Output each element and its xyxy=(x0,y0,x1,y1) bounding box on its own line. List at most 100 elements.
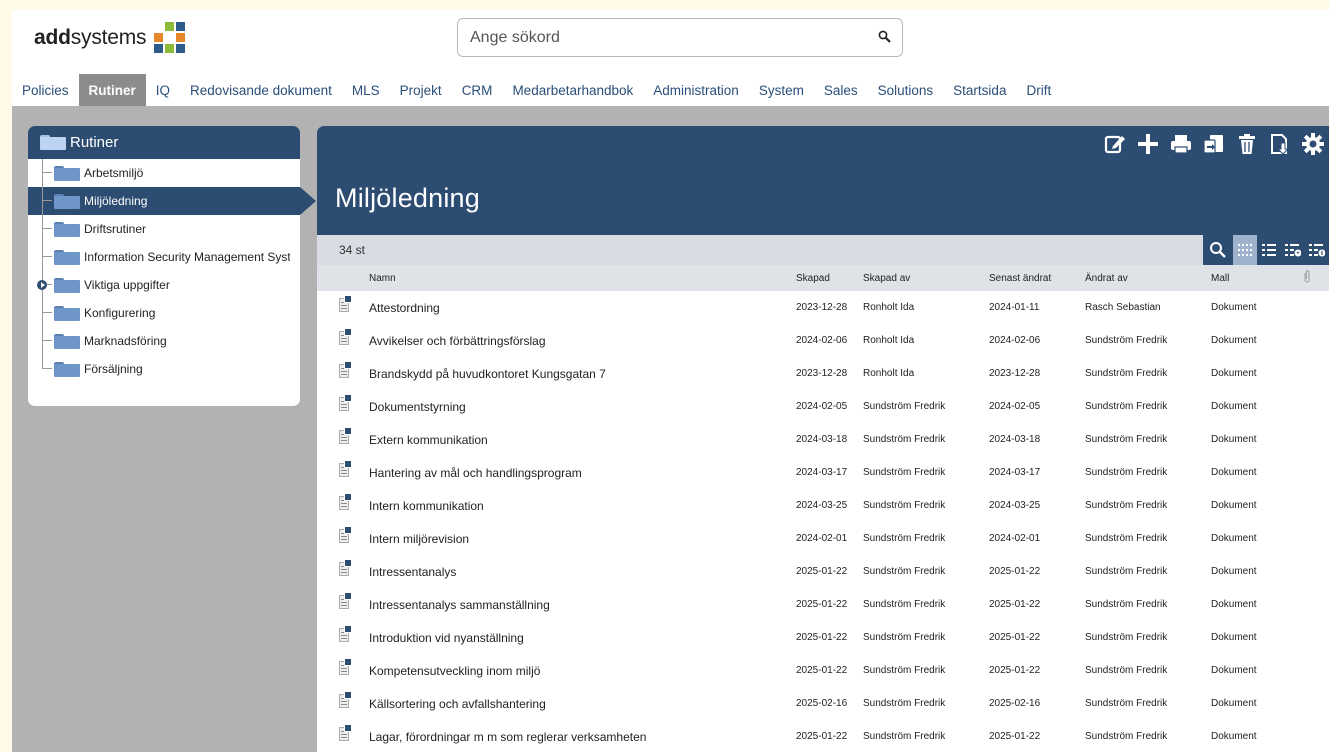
tree-connector xyxy=(42,327,43,355)
cell-name[interactable]: Intern kommunikation xyxy=(369,489,796,522)
cell-template: Dokument xyxy=(1211,599,1257,610)
col-created-by-header[interactable]: Skapad av xyxy=(863,265,989,291)
table-row[interactable]: Intressentanalys sammanställning 2025-01-… xyxy=(317,588,1329,621)
nav-tab-startsida[interactable]: Startsida xyxy=(943,74,1016,106)
search-icon[interactable] xyxy=(878,30,892,44)
add-icon[interactable] xyxy=(1131,126,1164,162)
cell-attachment xyxy=(1281,423,1329,456)
filter-list-icon[interactable] xyxy=(1281,235,1305,265)
cell-name[interactable]: Intressentanalys xyxy=(369,555,796,588)
table-row[interactable]: Hantering av mål och handlingsprogram 202… xyxy=(317,456,1329,489)
settings-icon[interactable] xyxy=(1296,126,1329,162)
col-created-header[interactable]: Skapad xyxy=(796,265,863,291)
nav-tab-iq[interactable]: IQ xyxy=(146,74,180,106)
folder-icon xyxy=(54,193,80,209)
tree-connector xyxy=(43,312,52,313)
edit-icon[interactable] xyxy=(1098,126,1131,162)
brand-name: addsystems xyxy=(34,26,147,49)
cell-name[interactable]: Lagar, förordningar m m som reglerar ver… xyxy=(369,720,796,752)
row-icon-cell xyxy=(317,489,369,522)
col-modified-by-header[interactable]: Ändrat av xyxy=(1085,265,1211,291)
search-input[interactable] xyxy=(470,27,850,49)
table-row[interactable]: Kompetensutveckling inom miljö 2025-01-22… xyxy=(317,654,1329,687)
document-icon xyxy=(339,361,352,378)
tree-item-label: Miljöledning xyxy=(84,194,148,208)
cell-name[interactable]: Intern miljörevision xyxy=(369,522,796,555)
col-template-header[interactable]: Mall xyxy=(1211,265,1281,291)
tree-connector xyxy=(43,340,52,341)
table-row[interactable]: Intern kommunikation 2024-03-25 Sundström … xyxy=(317,489,1329,522)
nav-tab-system[interactable]: System xyxy=(749,74,814,106)
table-row[interactable]: Avvikelser och förbättringsförslag 2024-0… xyxy=(317,324,1329,357)
cell-name[interactable]: Dokumentstyrning xyxy=(369,390,796,423)
attachment-icon xyxy=(1304,270,1310,283)
info-list-icon[interactable] xyxy=(1305,235,1329,265)
cell-name[interactable]: Intressentanalys sammanställning xyxy=(369,588,796,621)
cell-created-by: Sundström Fredrik xyxy=(863,467,946,478)
nav-tab-projekt[interactable]: Projekt xyxy=(390,74,452,106)
table-row[interactable]: Intressentanalys 2025-01-22 Sundström Fred… xyxy=(317,555,1329,588)
row-icon-cell xyxy=(317,456,369,489)
table-row[interactable]: Introduktion vid nyanställning 2025-01-22… xyxy=(317,621,1329,654)
table-row[interactable]: Intern miljörevision 2024-02-01 Sundström … xyxy=(317,522,1329,555)
cell-name[interactable]: Hantering av mål och handlingsprogram xyxy=(369,456,796,489)
nav-tab-solutions[interactable]: Solutions xyxy=(868,74,944,106)
nav-tab-drift[interactable]: Drift xyxy=(1016,74,1061,106)
export-icon[interactable] xyxy=(1263,126,1296,162)
print-icon[interactable] xyxy=(1164,126,1197,162)
cell-name[interactable]: Avvikelser och förbättringsförslag xyxy=(369,324,796,357)
cell-name[interactable]: Extern kommunikation xyxy=(369,423,796,456)
col-name-header[interactable]: Namn xyxy=(369,265,796,291)
brand-logo[interactable]: addsystems xyxy=(34,18,186,58)
cell-created: 2024-02-05 xyxy=(796,401,848,412)
nav-tab-rutiner[interactable]: Rutiner xyxy=(78,74,146,106)
tree-root[interactable]: Rutiner xyxy=(28,126,300,159)
tree-item[interactable]: Driftsrutiner xyxy=(28,215,300,243)
folder-icon xyxy=(54,361,80,377)
tree-item[interactable]: Försäljning xyxy=(28,355,300,383)
tree-item[interactable]: Konfigurering xyxy=(28,299,300,327)
folder-tree-panel: Rutiner Arbetsmiljö Miljöledning Driftsrut… xyxy=(28,126,316,406)
table-row[interactable]: Dokumentstyrning 2024-02-05 Sundström Fred… xyxy=(317,390,1329,423)
cell-name[interactable]: Attestordning xyxy=(369,291,796,324)
table-row[interactable]: Extern kommunikation 2024-03-18 Sundström … xyxy=(317,423,1329,456)
cell-modified: 2025-01-22 xyxy=(989,731,1041,742)
table-row[interactable]: Attestordning 2023-12-28 Ronholt Ida 2024-0… xyxy=(317,291,1329,324)
tree-item[interactable]: Marknadsföring xyxy=(28,327,300,355)
tree-connector xyxy=(43,200,52,201)
cell-name[interactable]: Introduktion vid nyanställning xyxy=(369,621,796,654)
cell-name[interactable]: Källsortering och avfallshantering xyxy=(369,687,796,720)
table-row[interactable]: Källsortering och avfallshantering 2025-0… xyxy=(317,687,1329,720)
tree-connector xyxy=(42,355,43,369)
search-box xyxy=(457,18,903,57)
row-icon-cell xyxy=(317,555,369,588)
list-view-icon[interactable] xyxy=(1257,235,1281,265)
cell-created: 2025-01-22 xyxy=(796,632,848,643)
grid-view-icon[interactable] xyxy=(1233,235,1257,265)
cell-name[interactable]: Brandskydd på huvudkontoret Kungsgatan 7 xyxy=(369,357,796,390)
nav-tab-administration[interactable]: Administration xyxy=(643,74,749,106)
table-row[interactable]: Brandskydd på huvudkontoret Kungsgatan 7… xyxy=(317,357,1329,390)
col-modified-header[interactable]: Senast ändrat xyxy=(989,265,1085,291)
nav-tab-redovisande-dokument[interactable]: Redovisande dokument xyxy=(180,74,342,106)
tree-item[interactable]: Arbetsmiljö xyxy=(28,159,300,187)
cell-modified-by: Sundström Fredrik xyxy=(1085,731,1168,742)
delete-icon[interactable] xyxy=(1230,126,1263,162)
nav-tab-medarbetarhandbok[interactable]: Medarbetarhandbok xyxy=(502,74,643,106)
tree-item-label: Information Security Management System xyxy=(84,250,290,264)
cell-modified: 2025-01-22 xyxy=(989,632,1041,643)
search-icon[interactable] xyxy=(1203,235,1233,265)
document-icon xyxy=(339,691,352,708)
tree-item[interactable]: Miljöledning xyxy=(28,187,316,215)
nav-tab-mls[interactable]: MLS xyxy=(342,74,390,106)
cell-name[interactable]: Kompetensutveckling inom miljö xyxy=(369,654,796,687)
nav-tab-crm[interactable]: CRM xyxy=(452,74,503,106)
expand-icon[interactable] xyxy=(37,280,47,290)
tree-item[interactable]: Information Security Management System xyxy=(28,243,300,271)
tree-item[interactable]: Viktiga uppgifter xyxy=(28,271,300,299)
table-row[interactable]: Lagar, förordningar m m som reglerar ver… xyxy=(317,720,1329,752)
nav-tab-policies[interactable]: Policies xyxy=(12,74,79,106)
cell-modified-by: Sundström Fredrik xyxy=(1085,467,1168,478)
nav-tab-sales[interactable]: Sales xyxy=(814,74,868,106)
move-icon[interactable] xyxy=(1197,126,1230,162)
